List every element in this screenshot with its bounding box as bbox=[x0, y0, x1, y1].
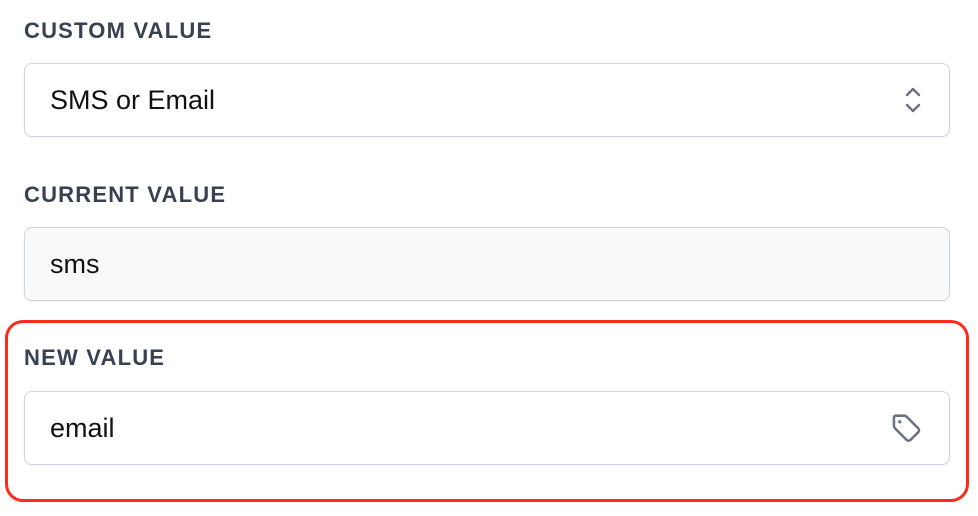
new-value-text: email bbox=[50, 412, 115, 443]
tag-icon bbox=[889, 411, 923, 445]
settings-form: CUSTOM VALUE SMS or Email CURRENT VALUE … bbox=[0, 0, 978, 516]
custom-value-selected: SMS or Email bbox=[50, 84, 216, 115]
chevron-up-down-icon bbox=[903, 84, 923, 116]
new-value-input[interactable]: email bbox=[24, 391, 950, 465]
current-value-text: sms bbox=[50, 248, 100, 279]
current-value-label: CURRENT VALUE bbox=[24, 182, 227, 207]
current-value-field: sms bbox=[24, 227, 950, 301]
new-value-label: NEW VALUE bbox=[24, 345, 166, 370]
custom-value-label: CUSTOM VALUE bbox=[24, 18, 213, 43]
custom-value-select[interactable]: SMS or Email bbox=[24, 63, 950, 137]
